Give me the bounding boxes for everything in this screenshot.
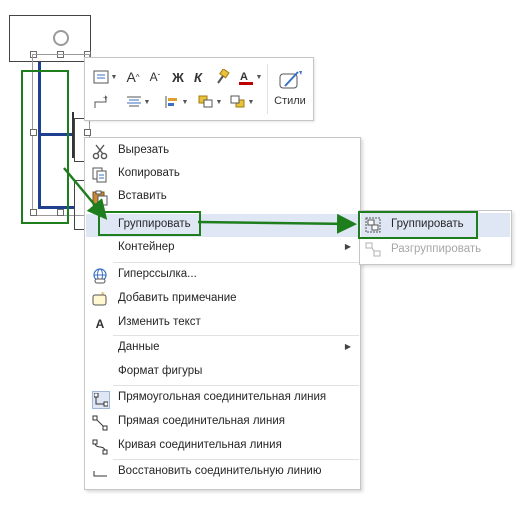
annotation-arrows bbox=[63, 167, 357, 234]
